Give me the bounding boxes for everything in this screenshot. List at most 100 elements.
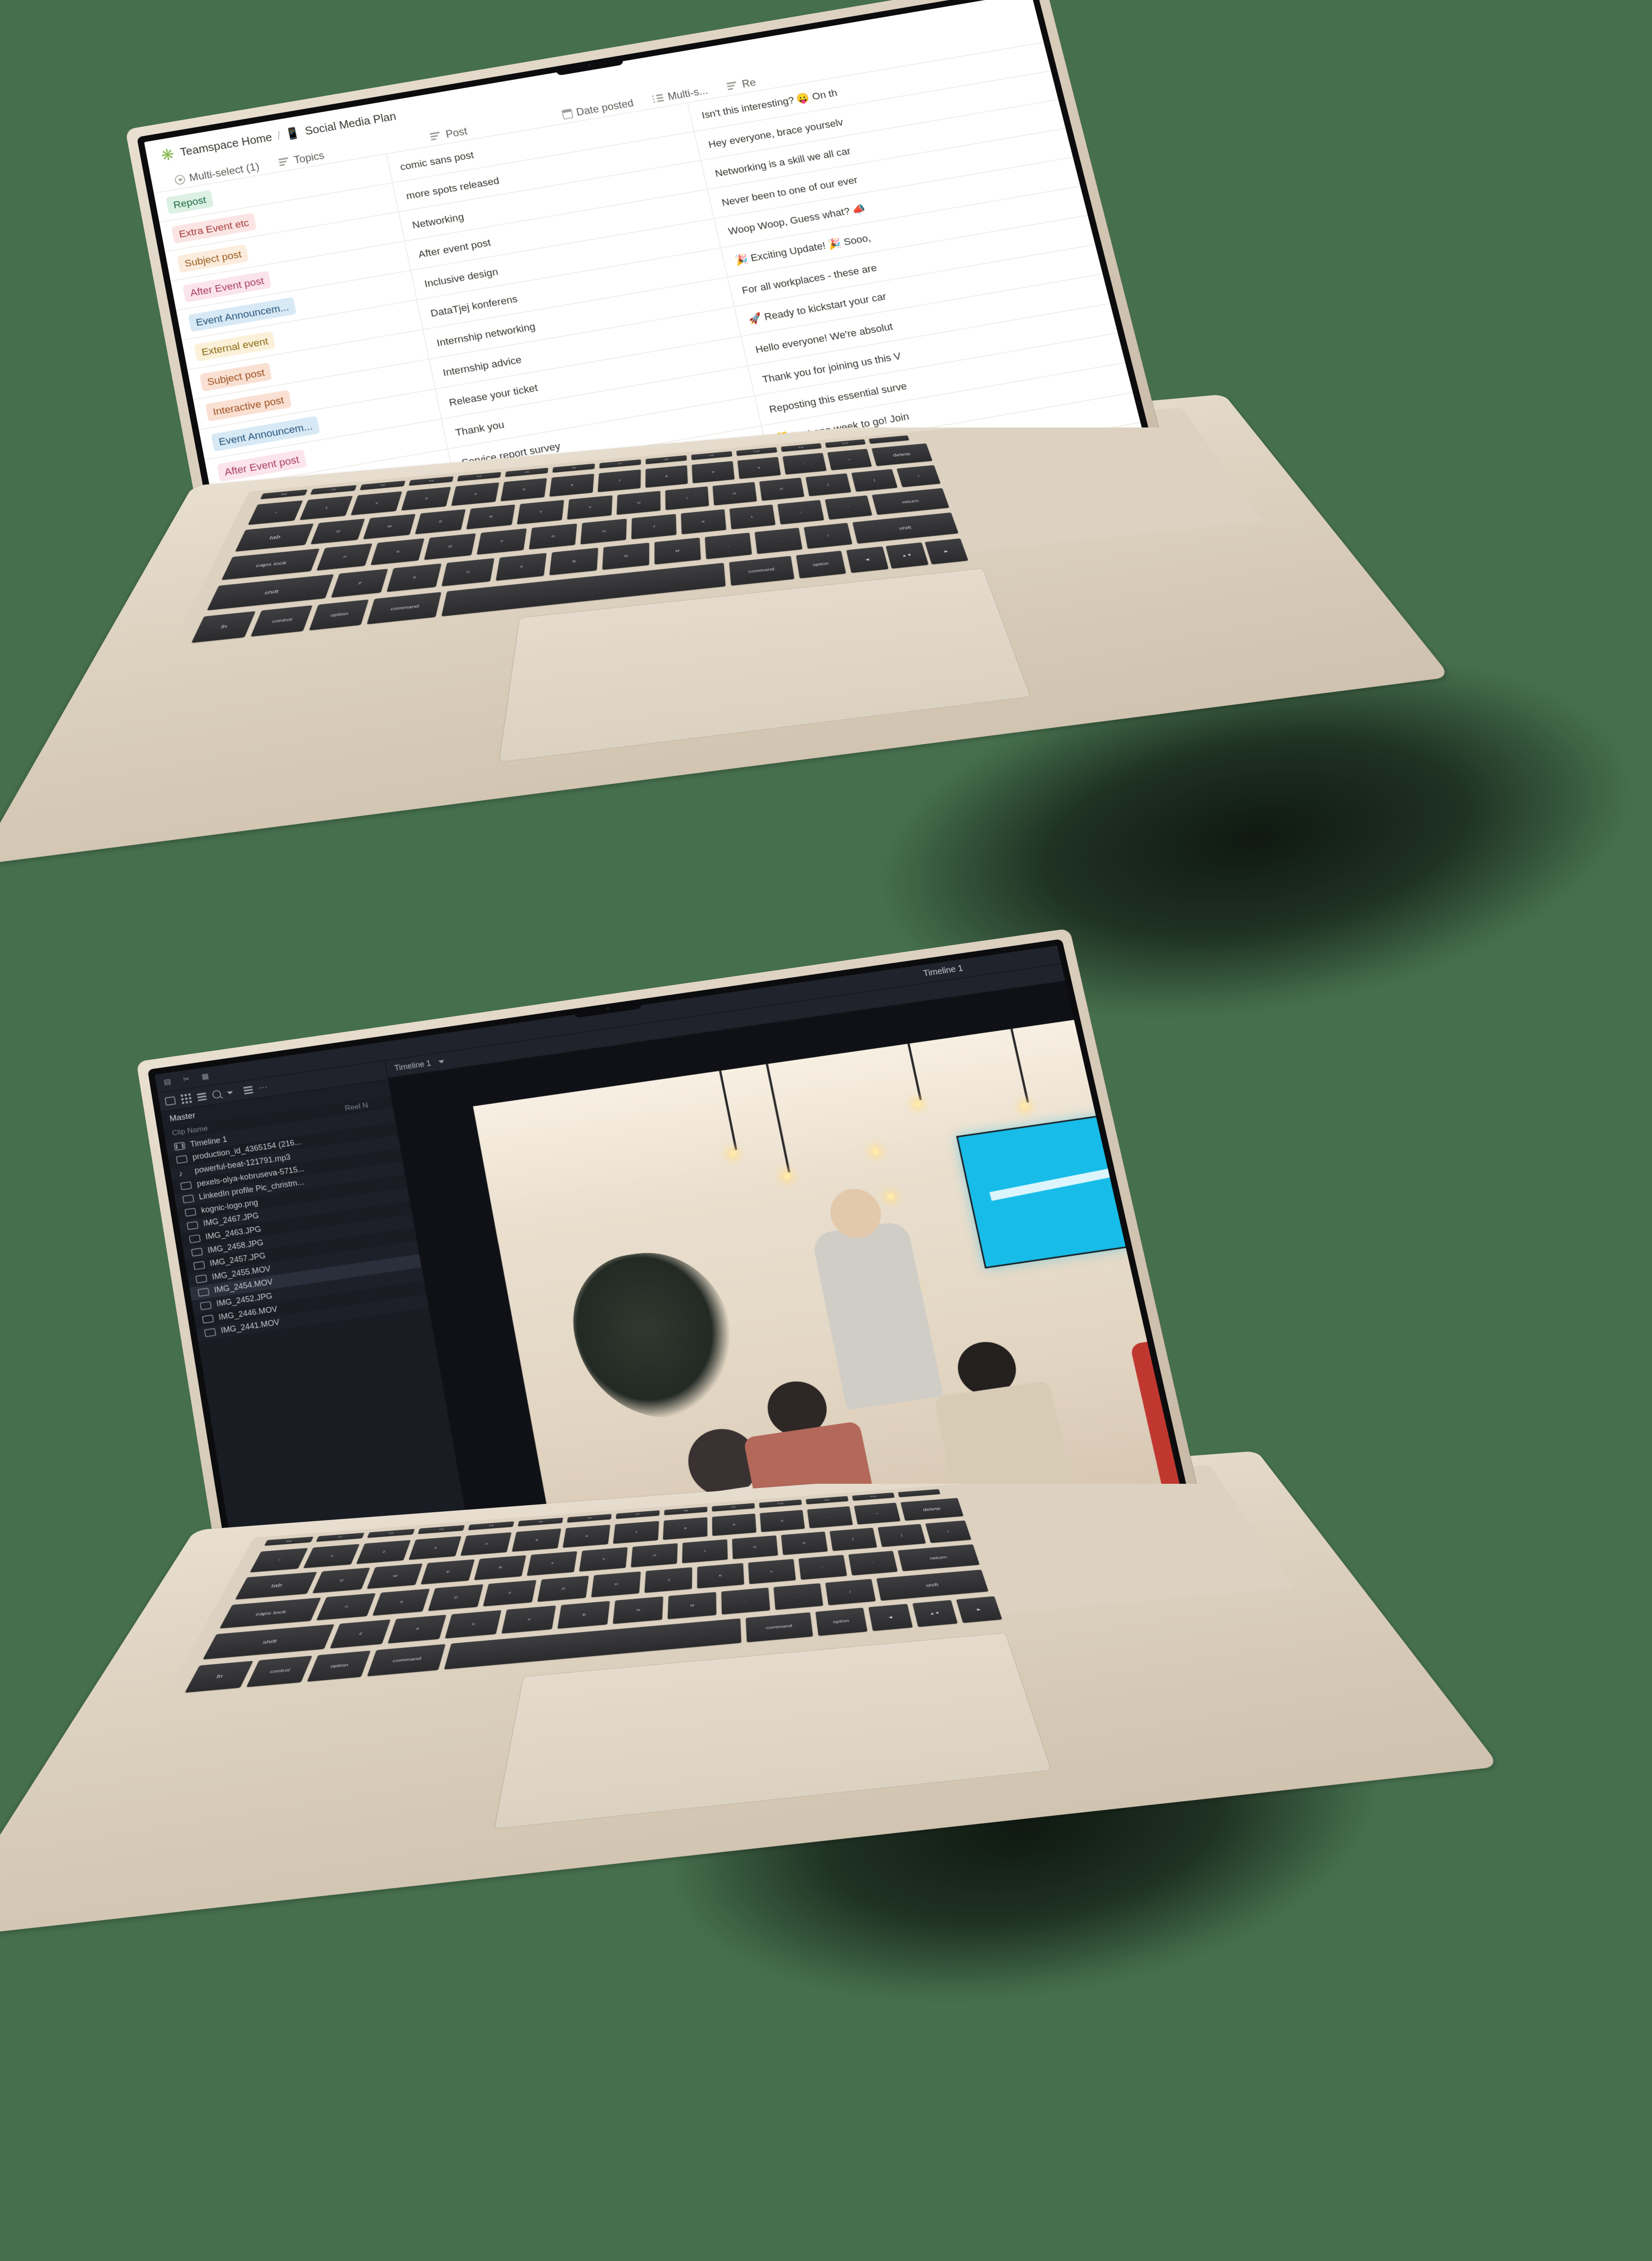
cell-topic[interactable]: Internship networking <box>422 277 734 360</box>
media-pool-clip[interactable]: ♪ powerful-beat-121791.mp3 <box>170 1135 400 1181</box>
cell-date[interactable]: December 6, 2023 <box>1050 3 1165 70</box>
trackpad-bottom[interactable] <box>493 1633 1052 1829</box>
view-prop-multis[interactable]: Multi-s... <box>652 84 709 105</box>
table-row[interactable]: Event Announcem... Release your ticket Hel… <box>199 167 1165 460</box>
cell-post[interactable]: Isn't this interesting? 😛 On th <box>687 41 1058 132</box>
cell-date[interactable]: November 16, 202 <box>1094 175 1165 244</box>
key-r[interactable]: R <box>474 1555 526 1581</box>
table-row[interactable]: After Event post After event post Never be… <box>170 23 1165 311</box>
key-bracketr[interactable]: ] <box>851 469 898 492</box>
page-media[interactable]: ▤ <box>163 1078 172 1087</box>
key-i[interactable]: I <box>665 486 709 510</box>
grid-view-icon[interactable] <box>180 1093 192 1104</box>
key-option-right[interactable]: option <box>815 1607 868 1636</box>
key-l[interactable]: L <box>729 504 776 530</box>
key-semicolon[interactable]: ; <box>798 1554 847 1580</box>
key-f[interactable]: F <box>483 1580 537 1607</box>
search-icon[interactable] <box>212 1089 222 1099</box>
col-reel-name[interactable]: Reel N <box>344 1099 385 1113</box>
key-n[interactable]: N <box>613 1596 664 1624</box>
media-pool-clip[interactable]: IMG_2467.JPG <box>178 1187 410 1234</box>
key-bracketl[interactable]: [ <box>806 473 852 496</box>
cell-category[interactable]: Interactive post <box>193 359 435 430</box>
key-m[interactable]: M <box>667 1592 717 1620</box>
cell-date[interactable]: October 17, 2023 <box>1124 293 1165 362</box>
cell-date[interactable]: November 21, 202 <box>1072 89 1165 156</box>
key-9[interactable]: 9 <box>712 1513 757 1536</box>
table-row[interactable]: External event DataTjej konferens 🎉 Exciti… <box>181 80 1165 370</box>
media-pool-clip[interactable]: IMG_2452.JPG <box>191 1267 424 1314</box>
table-row[interactable]: Repost comic sans post Isn't this interest… <box>153 0 1165 223</box>
key-comma[interactable]: , <box>705 533 752 560</box>
col-clip-name[interactable]: Clip Name <box>172 1105 346 1137</box>
cell-post[interactable]: Thank you for joining us this V <box>747 302 1125 396</box>
sort-icon[interactable] <box>243 1085 253 1094</box>
media-pool-clip[interactable]: IMG_2455.MOV <box>187 1241 420 1287</box>
keyboard-bottom[interactable]: esc F1 F2 F3 F4 F5 F6 F7 F8 F9 F10 F11 F… <box>183 1489 1002 1696</box>
view-prop-post[interactable]: Post <box>430 125 468 143</box>
page-cut[interactable]: ✂ <box>182 1075 190 1084</box>
chevron-down-icon[interactable] <box>226 1090 233 1094</box>
key-equal[interactable]: = <box>854 1502 901 1525</box>
key-slash[interactable]: / <box>804 522 853 549</box>
key-3[interactable]: 3 <box>408 1536 462 1560</box>
key-g[interactable]: G <box>537 1575 589 1602</box>
key-5[interactable]: 5 <box>512 1528 561 1552</box>
key-b[interactable]: B <box>557 1601 610 1629</box>
cell-date[interactable]: October 31, 2023 <box>1117 263 1165 332</box>
page-edit[interactable]: ▦ <box>201 1072 209 1081</box>
key-u[interactable]: U <box>631 1543 678 1567</box>
cell-post[interactable]: Reposting this essential surve <box>754 332 1132 426</box>
key-6[interactable]: 6 <box>562 1524 611 1548</box>
key-quote[interactable]: ' <box>848 1551 898 1576</box>
key-d[interactable]: D <box>428 1584 484 1611</box>
media-pool-clip[interactable]: kognic-logo.png <box>176 1174 407 1221</box>
key-4[interactable]: 4 <box>460 1532 512 1556</box>
table-row[interactable]: Event Announcem... Inclusive design Woop W… <box>176 52 1165 340</box>
view-prop-re[interactable]: Re <box>726 76 757 93</box>
key-quote[interactable]: ' <box>825 495 873 520</box>
key-c[interactable]: C <box>445 1610 502 1639</box>
key-bracketl[interactable]: [ <box>829 1527 877 1551</box>
key-y[interactable]: Y <box>579 1547 628 1572</box>
media-pool-clip[interactable]: production_id_4365154 (216... <box>168 1122 398 1168</box>
key-v[interactable]: V <box>501 1605 556 1634</box>
cell-post[interactable]: Never been to one of our ever <box>707 127 1080 219</box>
key-h[interactable]: H <box>591 1571 641 1598</box>
view-prop-topics[interactable]: Topics <box>278 149 325 168</box>
key-option-right[interactable]: option <box>796 550 846 579</box>
breadcrumb-page[interactable]: Social Media Plan <box>304 110 397 137</box>
table-row[interactable]: Extra Event etc more spots released Hey ev… <box>159 0 1165 252</box>
cell-post[interactable]: Hello everyone! We're absolut <box>741 273 1117 366</box>
key-8[interactable]: 8 <box>645 465 688 488</box>
cell-topic[interactable]: Internship advice <box>428 307 741 389</box>
key-k[interactable]: K <box>697 1563 744 1589</box>
key-arrow-left[interactable]: ◀ <box>846 546 889 573</box>
key-j[interactable]: J <box>631 514 677 540</box>
media-pool-clip[interactable]: LinkedIn profile Pic_christm... <box>174 1161 405 1208</box>
key-period[interactable]: . <box>773 1583 823 1610</box>
key-o[interactable]: O <box>732 1535 778 1559</box>
table-row[interactable]: Interactive post Internship advice 🚀 Ready… <box>193 138 1165 430</box>
cell-post[interactable]: Woop Woop, Guess what? 📣 <box>714 156 1087 248</box>
cell-topic[interactable]: DataTjej konferens <box>416 247 728 330</box>
media-pool-bin-name[interactable]: Master <box>160 1080 391 1128</box>
breadcrumb-workspace[interactable]: Teamspace Home <box>179 131 273 159</box>
cell-topic[interactable]: comic sans post <box>386 102 694 183</box>
cell-category[interactable]: Subject post <box>187 329 429 400</box>
key-0[interactable]: 0 <box>759 1510 805 1532</box>
more-options-icon[interactable]: ⋯ <box>258 1082 268 1093</box>
cell-post[interactable]: Hey everyone, brace yourselv <box>694 69 1065 160</box>
key-comma[interactable]: , <box>721 1587 770 1615</box>
timeline-selector[interactable]: Timeline 1 <box>394 1059 432 1073</box>
key-command-right[interactable]: command <box>746 1612 813 1642</box>
cell-topic[interactable]: more spots released <box>392 131 701 212</box>
key-9[interactable]: 9 <box>692 461 735 483</box>
media-pool-clip[interactable]: IMG_2454.MOV <box>189 1254 422 1301</box>
thumbnail-view-icon[interactable] <box>165 1096 176 1106</box>
key-0[interactable]: 0 <box>737 457 781 479</box>
cell-date[interactable]: November 17, 202 <box>1087 147 1165 214</box>
list-view-icon[interactable] <box>196 1092 207 1101</box>
cell-date[interactable]: November 29, 202 <box>1065 60 1165 127</box>
table-row[interactable]: Subject post Networking Networking is a sk… <box>165 0 1165 281</box>
